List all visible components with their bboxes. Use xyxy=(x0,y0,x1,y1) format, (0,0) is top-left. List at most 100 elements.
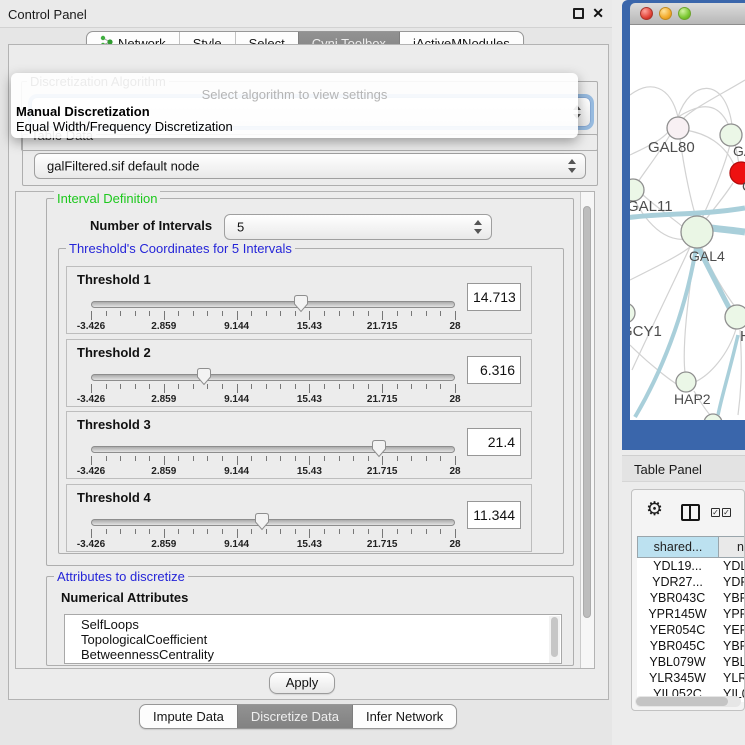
tab-label: Impute Data xyxy=(153,705,224,728)
tick-mark xyxy=(149,456,150,461)
threshold-1-slider-track[interactable] xyxy=(91,301,455,308)
tick-label: 28 xyxy=(449,321,460,332)
tick-mark xyxy=(339,529,340,534)
table-row[interactable]: YLR345WYLR3 xyxy=(637,670,745,686)
attribute-list-item[interactable]: SelfLoops xyxy=(65,617,561,632)
tick-label: 2.859 xyxy=(151,321,176,332)
combo-stepper-icon[interactable] xyxy=(567,159,576,173)
tick-mark xyxy=(251,456,252,461)
attributes-group-label: Attributes to discretize xyxy=(54,569,188,584)
network-edge[interactable] xyxy=(630,247,690,280)
tick-mark xyxy=(193,311,194,316)
thresholds-group-label: Threshold's Coordinates for 5 Intervals xyxy=(66,241,295,256)
threshold-3-slider-track[interactable] xyxy=(91,446,455,453)
control-panel: Control Panel ✕ NetworkStyleSelectCyni T… xyxy=(0,0,612,745)
column-header-shared-name[interactable]: shared... xyxy=(637,536,718,558)
minimize-traffic-light-icon[interactable] xyxy=(659,7,672,20)
threshold-1-value-field[interactable] xyxy=(467,283,521,311)
tick-mark xyxy=(353,311,354,316)
tick-mark xyxy=(193,384,194,389)
tick-label: 28 xyxy=(449,539,460,550)
zoom-traffic-light-icon[interactable] xyxy=(678,7,691,20)
apply-button[interactable]: Apply xyxy=(269,672,335,694)
threshold-4-value-field[interactable] xyxy=(467,501,521,529)
tick-mark xyxy=(440,311,441,316)
table-horizontal-scrollbar[interactable] xyxy=(635,696,741,707)
tick-mark xyxy=(397,311,398,316)
tab-impute-data[interactable]: Impute Data xyxy=(140,705,237,728)
network-node-gcy1[interactable] xyxy=(630,303,635,323)
settings-vertical-scrollbar[interactable] xyxy=(580,192,594,668)
close-traffic-light-icon[interactable] xyxy=(640,7,653,20)
table-rows: YDL19...YDL1YDR27...YDR2YBR043CYBR0YPR14… xyxy=(637,558,745,702)
number-of-intervals-value: 5 xyxy=(237,220,244,235)
tick-mark xyxy=(339,456,340,461)
cell-name: YDL1 xyxy=(718,558,745,574)
slider-tick-labels: -3.4262.8599.14415.4321.71528 xyxy=(91,321,455,332)
tick-mark xyxy=(106,529,107,534)
table-row[interactable]: YBR045CYBR0 xyxy=(637,638,745,654)
tick-mark xyxy=(368,311,369,316)
network-edge[interactable] xyxy=(682,80,745,120)
attribute-list-item[interactable]: BetweennessCentrality xyxy=(65,647,561,662)
table-row[interactable]: YDL19...YDL1 xyxy=(637,558,745,574)
numerical-attributes-list[interactable]: SelfLoopsTopologicalCoefficientBetweenne… xyxy=(64,614,562,664)
network-edge[interactable] xyxy=(630,87,678,117)
threshold-2-slider-track[interactable] xyxy=(91,374,455,381)
tick-label: 2.859 xyxy=(151,466,176,477)
combo-stepper-icon[interactable] xyxy=(473,220,482,234)
network-canvas[interactable]: GAL80GACGAL11GAL4GCY1HHAP2 xyxy=(630,25,745,420)
table-row[interactable]: YBL079WYBL0 xyxy=(637,654,745,670)
tick-mark xyxy=(91,384,92,393)
checkbox-icon[interactable]: ✓ xyxy=(722,508,731,517)
tick-mark xyxy=(106,384,107,389)
network-node-gal80[interactable] xyxy=(667,117,689,139)
algorithm-dropdown-popup: Select algorithm to view settings Manual… xyxy=(11,73,578,138)
tab-discretize-data[interactable]: Discretize Data xyxy=(237,705,352,728)
threshold-1-box: Threshold 1-3.4262.8599.14415.4321.71528 xyxy=(66,266,532,334)
tick-mark xyxy=(368,529,369,534)
tick-mark xyxy=(164,311,165,320)
network-node-h[interactable] xyxy=(725,305,745,329)
tick-mark xyxy=(309,529,310,538)
tick-mark xyxy=(280,529,281,534)
slider-ticks xyxy=(91,384,455,394)
tick-mark xyxy=(207,529,208,534)
tick-mark xyxy=(440,456,441,461)
network-node-hap2[interactable] xyxy=(676,372,696,392)
split-panel-icon[interactable] xyxy=(681,504,700,521)
gear-icon[interactable]: ⚙ xyxy=(646,500,663,519)
tick-label: 9.144 xyxy=(224,321,249,332)
tick-mark xyxy=(120,456,121,461)
checkbox-icon[interactable]: ✓ xyxy=(711,508,720,517)
float-window-icon[interactable] xyxy=(573,8,584,19)
table-data-value: galFiltered.sif default node xyxy=(47,159,199,174)
table-row[interactable]: YBR043CYBR0 xyxy=(637,590,745,606)
number-of-intervals-combobox[interactable]: 5 xyxy=(224,214,492,240)
tick-mark xyxy=(353,456,354,461)
attributes-list-scrollbar[interactable] xyxy=(549,616,560,664)
slider-tick-labels: -3.4262.8599.14415.4321.71528 xyxy=(91,394,455,405)
table-row[interactable]: YDR27...YDR2 xyxy=(637,574,745,590)
threshold-3-value-field[interactable] xyxy=(467,428,521,456)
number-of-intervals-label: Number of Intervals xyxy=(87,218,215,233)
close-icon[interactable]: ✕ xyxy=(592,5,604,22)
network-window-titlebar[interactable] xyxy=(630,3,745,25)
tick-mark xyxy=(251,529,252,534)
table-row[interactable]: YER054CYER0 xyxy=(637,622,745,638)
tick-label: 15.43 xyxy=(297,394,322,405)
threshold-2-value-field[interactable] xyxy=(467,356,521,384)
tick-mark xyxy=(324,529,325,534)
network-node-gal4[interactable] xyxy=(681,216,713,248)
table-row[interactable]: YPR145WYPR1 xyxy=(637,606,745,622)
tab-infer-network[interactable]: Infer Network xyxy=(352,705,456,728)
algorithm-popup-item[interactable]: Manual Discretization xyxy=(16,104,150,119)
tick-mark xyxy=(149,384,150,389)
algorithm-popup-item[interactable]: Equal Width/Frequency Discretization xyxy=(16,119,233,134)
tick-mark xyxy=(280,311,281,316)
column-header-name[interactable]: na xyxy=(718,536,745,558)
table-data-combobox[interactable]: galFiltered.sif default node xyxy=(34,153,586,179)
tick-mark xyxy=(382,384,383,393)
threshold-4-slider-track[interactable] xyxy=(91,519,455,526)
attribute-list-item[interactable]: TopologicalCoefficient xyxy=(65,632,561,647)
